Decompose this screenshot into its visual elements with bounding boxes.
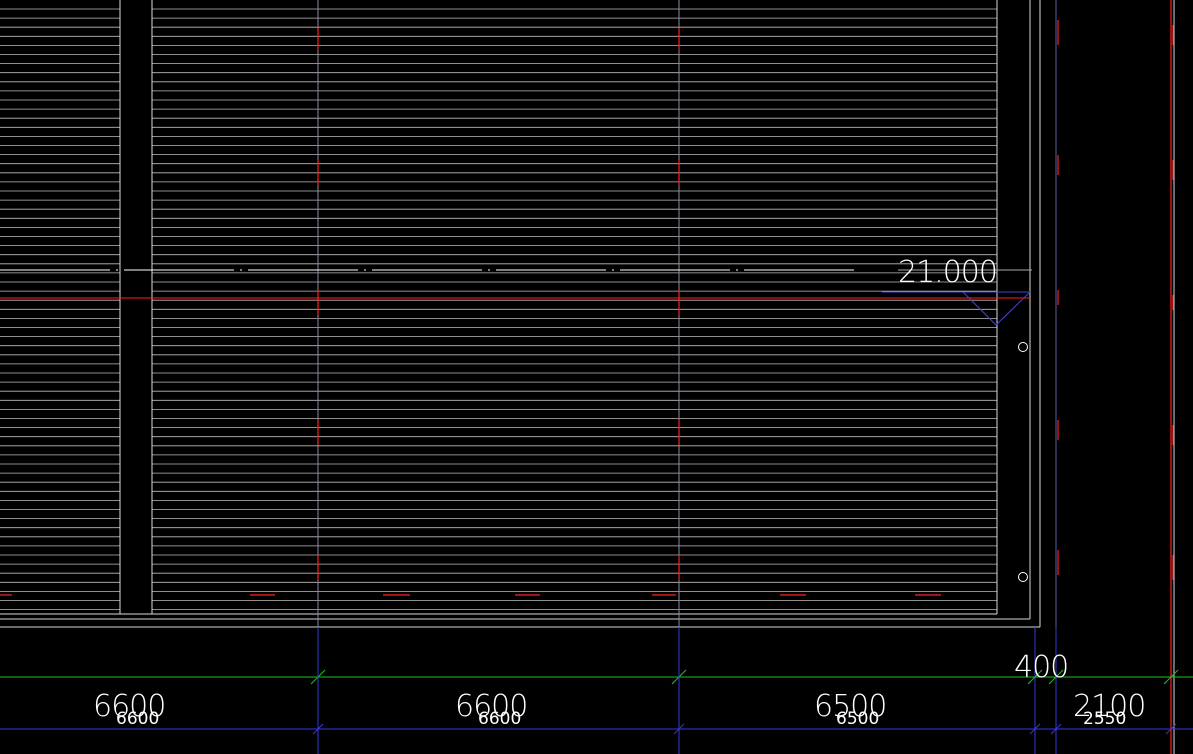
dimension-texts: 6600 6600 6600 6600 6500 6500 400 2100 2… bbox=[93, 650, 1146, 729]
anchor-circles bbox=[1018, 342, 1028, 582]
dim-lower-3: 6500 bbox=[836, 709, 879, 729]
cad-drawing-canvas[interactable]: 21.000 6600 6600 6600 6600 6500 6500 400… bbox=[0, 0, 1193, 754]
grid-axes bbox=[317, 0, 1172, 754]
dimension-lines bbox=[0, 627, 1193, 754]
slab-border bbox=[0, 0, 1175, 754]
dim-lower-2: 6600 bbox=[478, 709, 521, 729]
dim-lower-1: 6600 bbox=[116, 709, 159, 729]
elevation-value: 21.000 bbox=[898, 255, 997, 290]
column-strip bbox=[119, 0, 153, 615]
dim-upper-4: 400 bbox=[1014, 650, 1068, 685]
dim-lower-4: 2550 bbox=[1083, 709, 1126, 729]
elevation-marker: 21.000 bbox=[882, 255, 1032, 326]
